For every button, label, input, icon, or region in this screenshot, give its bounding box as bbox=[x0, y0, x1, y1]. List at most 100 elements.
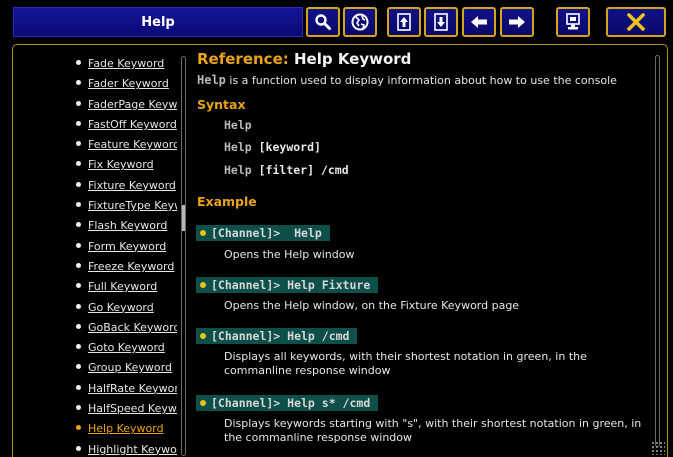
sidebar-item-label: Goto Keyword bbox=[88, 341, 165, 355]
bullet-icon bbox=[76, 283, 81, 289]
bullet-icon bbox=[76, 425, 81, 431]
bullet-icon bbox=[76, 181, 81, 187]
sidebar-item-label: FastOff Keyword bbox=[88, 117, 177, 131]
bullet-icon bbox=[76, 303, 81, 309]
sidebar-item[interactable]: Fixture Keyword bbox=[76, 177, 177, 197]
bullet-icon bbox=[76, 405, 81, 411]
sidebar-item-label: Group Keyword bbox=[88, 361, 172, 375]
bullet-icon bbox=[76, 120, 81, 126]
bullet-icon bbox=[76, 364, 81, 370]
scroll-down-button[interactable] bbox=[424, 7, 458, 37]
sidebar-item-label: Go Keyword bbox=[88, 300, 154, 314]
intro-description: is a function used to display informatio… bbox=[225, 74, 617, 87]
forward-button[interactable] bbox=[500, 7, 534, 37]
example-description: Displays keywords starting with "s", wit… bbox=[224, 417, 642, 444]
online-help-button[interactable] bbox=[343, 7, 377, 37]
intro-keyword: Help bbox=[197, 73, 226, 87]
close-icon bbox=[627, 13, 645, 31]
syntax-line: Help bbox=[224, 118, 252, 132]
bullet-icon bbox=[76, 344, 81, 350]
sidebar-item-label: FaderPage Keyword bbox=[88, 97, 177, 111]
bullet-icon bbox=[76, 242, 81, 248]
forward-arrow-icon bbox=[509, 16, 525, 28]
example-description: Opens the Help window bbox=[224, 248, 355, 261]
bullet-icon bbox=[76, 384, 81, 390]
sidebar-item[interactable]: Form Keyword bbox=[76, 238, 177, 258]
sidebar-item[interactable]: Fader Keyword bbox=[76, 75, 177, 95]
example-command[interactable]: [Channel]> Help s* /cmd bbox=[196, 395, 379, 411]
syntax-line: Help [keyword] bbox=[224, 140, 321, 154]
sidebar-item-label: FixtureType Keyword bbox=[88, 199, 177, 213]
sidebar-item[interactable]: Help Keyword bbox=[76, 420, 177, 440]
sidebar-item[interactable]: GoBack Keyword bbox=[76, 319, 177, 339]
back-arrow-icon bbox=[471, 16, 487, 28]
content-scrollbar[interactable] bbox=[655, 55, 660, 447]
keyword-sidebar: Fade Keyword Fader Keyword FaderPage Keywo… bbox=[13, 45, 189, 457]
sidebar-item-label: Flash Keyword bbox=[88, 219, 168, 233]
sidebar-item-label: GoBack Keyword bbox=[88, 320, 177, 334]
bullet-icon bbox=[76, 100, 81, 106]
example-bullet-icon bbox=[200, 333, 206, 339]
sidebar-item-label: Feature Keyword bbox=[88, 138, 177, 152]
resize-grip-icon[interactable] bbox=[651, 441, 665, 455]
example-command[interactable]: [Channel]> Help bbox=[196, 225, 330, 241]
globe-icon bbox=[351, 13, 369, 31]
bullet-icon bbox=[76, 323, 81, 329]
bullet-icon bbox=[76, 202, 81, 208]
example-heading: Example bbox=[197, 194, 257, 209]
sidebar-item-label: HalfSpeed Keyword bbox=[88, 402, 177, 416]
example-description: Displays all keywords, with their shorte… bbox=[224, 350, 587, 377]
window-title-label: Help bbox=[141, 14, 175, 30]
back-button[interactable] bbox=[462, 7, 496, 37]
syntax-line: Help [filter] /cmd bbox=[224, 163, 349, 177]
sidebar-item[interactable]: Go Keyword bbox=[76, 299, 177, 319]
search-button[interactable] bbox=[306, 7, 340, 37]
search-icon bbox=[315, 14, 331, 30]
sidebar-item-label: Help Keyword bbox=[88, 422, 164, 436]
sidebar-item[interactable]: Highlight Keyword bbox=[76, 441, 177, 457]
sidebar-item[interactable]: Feature Keyword bbox=[76, 136, 177, 156]
sidebar-item-label: Fixture Keyword bbox=[88, 178, 176, 192]
sidebar-item[interactable]: Goto Keyword bbox=[76, 339, 177, 359]
example-description: Opens the Help window, on the Fixture Ke… bbox=[224, 299, 520, 312]
sidebar-item[interactable]: FastOff Keyword bbox=[76, 116, 177, 136]
sidebar-item[interactable]: Fade Keyword bbox=[76, 55, 177, 75]
help-window: Fade Keyword Fader Keyword FaderPage Keywo… bbox=[12, 44, 668, 457]
keyword-list: Fade Keyword Fader Keyword FaderPage Keywo… bbox=[76, 55, 177, 457]
window-title: Help bbox=[13, 7, 303, 37]
sidebar-item-label: Freeze Keyword bbox=[88, 259, 175, 273]
sidebar-item[interactable]: Flash Keyword bbox=[76, 217, 177, 237]
example-command[interactable]: [Channel]> Help Fixture bbox=[196, 277, 379, 293]
sidebar-item-label: Fade Keyword bbox=[88, 57, 165, 70]
keyboard-icon bbox=[566, 13, 580, 30]
scroll-up-button[interactable] bbox=[387, 7, 421, 37]
bullet-icon bbox=[76, 262, 81, 268]
page-title-text: Help Keyword bbox=[293, 50, 412, 68]
keyboard-button[interactable] bbox=[556, 7, 590, 37]
sidebar-scroll-thumb[interactable] bbox=[182, 205, 185, 231]
title-bar: Help bbox=[0, 0, 673, 44]
example-command[interactable]: [Channel]> Help /cmd bbox=[196, 328, 358, 344]
sidebar-item[interactable]: HalfRate Keyword bbox=[76, 380, 177, 400]
sidebar-item[interactable]: FaderPage Keyword bbox=[76, 96, 177, 116]
sidebar-item-label: Full Keyword bbox=[88, 280, 158, 294]
bullet-icon bbox=[76, 60, 81, 65]
close-button[interactable] bbox=[606, 7, 666, 37]
bullet-icon bbox=[76, 141, 81, 147]
sidebar-scrollbar[interactable] bbox=[181, 56, 186, 456]
bullet-icon bbox=[76, 445, 81, 451]
sidebar-item[interactable]: Fix Keyword bbox=[76, 156, 177, 176]
sidebar-item-label: Highlight Keyword bbox=[88, 442, 177, 456]
sidebar-item[interactable]: FixtureType Keyword bbox=[76, 197, 177, 217]
sidebar-item[interactable]: Group Keyword bbox=[76, 359, 177, 379]
sidebar-item[interactable]: HalfSpeed Keyword bbox=[76, 400, 177, 420]
sidebar-item[interactable]: Freeze Keyword bbox=[76, 258, 177, 278]
bullet-icon bbox=[76, 161, 81, 167]
sidebar-item[interactable]: Full Keyword bbox=[76, 278, 177, 298]
example-bullet-icon bbox=[200, 400, 206, 406]
scroll-up-icon bbox=[397, 13, 411, 31]
sidebar-item-label: Fader Keyword bbox=[88, 77, 169, 91]
sidebar-item-label: Fix Keyword bbox=[88, 158, 154, 172]
page-title: Reference: Help Keyword bbox=[197, 50, 411, 68]
example-bullet-icon bbox=[200, 282, 206, 288]
